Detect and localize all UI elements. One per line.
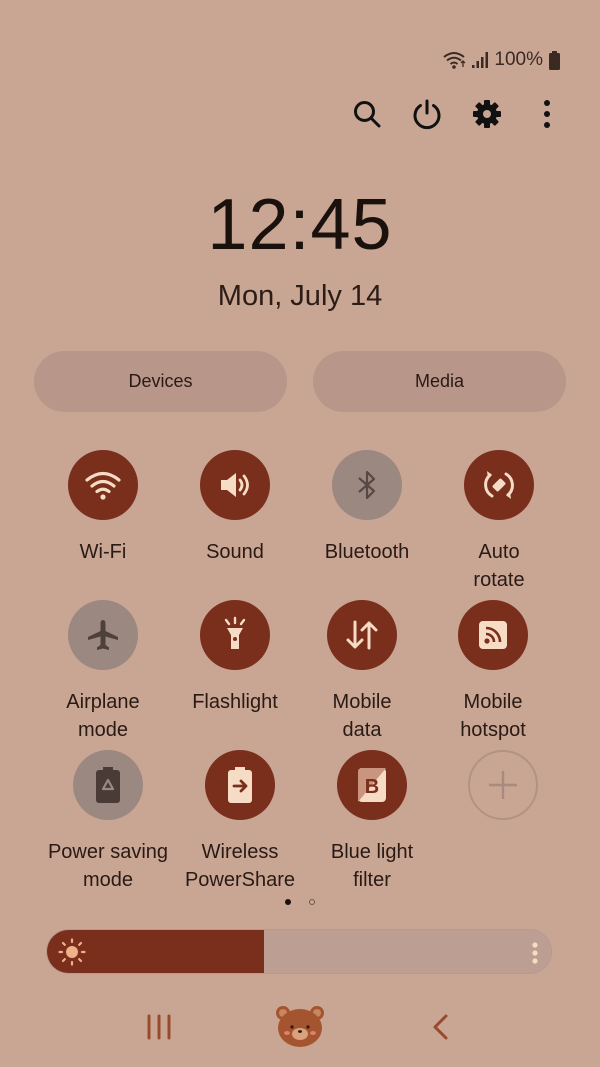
tile-airplane-mode[interactable]: Airplane mode [38,600,168,744]
media-label: Media [414,371,465,391]
tile-wifi-toggle[interactable] [68,450,138,520]
sun-icon [58,938,86,966]
brightness-more-icon[interactable] [531,941,539,965]
wifi-status-icon [442,50,466,70]
status-bar: 100% [442,46,560,74]
gear-icon [473,100,501,128]
battery-percent: 100% [494,49,543,70]
svg-text:B: B [365,776,379,798]
settings-button[interactable] [465,92,509,136]
hotspot-icon [479,621,507,649]
wifi-icon [85,471,121,500]
tile-label: Flashlight [192,691,278,713]
tile-hotspot-toggle[interactable] [458,600,528,670]
page-indicator [0,899,600,905]
powershare-icon [228,767,252,803]
power-icon [413,99,441,130]
search-icon [354,101,381,128]
clock-time[interactable]: 12:45 [0,184,600,266]
add-tile-button[interactable] [468,750,538,820]
tile-bluetooth[interactable]: Bluetooth [302,450,432,566]
more-options-button[interactable] [525,92,569,136]
tile-mobile-data[interactable]: Mobile data [297,600,427,744]
sound-icon [221,473,249,497]
tile-wireless-powershare[interactable]: Wireless PowerShare [175,750,305,894]
blue-light-filter-icon: B [358,768,386,802]
tile-label: Mobile hotspot [460,691,526,741]
tile-label: Mobile data [332,691,392,741]
tile-blue-light-toggle[interactable]: B [337,750,407,820]
signal-icon [472,51,489,69]
tile-sound[interactable]: Sound [170,450,300,566]
back-icon[interactable] [430,1013,450,1041]
tile-auto-rotate[interactable]: Auto rotate [434,450,564,594]
bear-home-icon[interactable] [274,1003,326,1049]
tile-label: Power saving mode [47,841,169,891]
top-actions [345,92,575,136]
tile-label: Wireless PowerShare [184,841,296,891]
tile-power-saving-toggle[interactable] [73,750,143,820]
tile-power-saving[interactable]: Power saving mode [43,750,173,894]
tile-label: Wi-Fi [79,541,127,563]
airplane-icon [88,620,118,650]
clock-date[interactable]: Mon, July 14 [0,280,600,313]
tile-airplane-toggle[interactable] [68,600,138,670]
tile-add[interactable] [438,750,568,820]
auto-rotate-icon [484,471,514,499]
tile-flashlight-toggle[interactable] [200,600,270,670]
power-saving-icon [96,767,120,803]
tile-label: Bluetooth [324,541,410,563]
devices-button[interactable]: Devices [34,351,287,412]
tile-auto-rotate-toggle[interactable] [464,450,534,520]
tile-bluetooth-toggle[interactable] [332,450,402,520]
devices-label: Devices [128,371,193,391]
brightness-slider[interactable] [46,929,552,974]
tile-label: Sound [206,541,264,563]
search-button[interactable] [345,92,389,136]
tile-flashlight[interactable]: Flashlight [170,600,300,716]
bluetooth-icon [358,470,376,500]
tile-label: Blue light filter [330,841,414,891]
page-dot[interactable] [309,899,315,905]
tile-wifi[interactable]: Wi-Fi [38,450,168,566]
more-vertical-icon [544,100,550,128]
tile-label: Airplane mode [66,691,140,741]
tile-blue-light-filter[interactable]: B Blue light filter [307,750,437,894]
page-dot-active[interactable] [285,899,291,905]
add-icon [489,771,517,799]
flashlight-icon [224,616,246,649]
battery-icon [549,50,560,70]
media-button[interactable]: Media [313,351,566,412]
navigation-bar [0,1000,600,1055]
tile-sound-toggle[interactable] [200,450,270,520]
tile-mobile-data-toggle[interactable] [327,600,397,670]
tile-mobile-hotspot[interactable]: Mobile hotspot [428,600,558,744]
tile-powershare-toggle[interactable] [205,750,275,820]
tile-label: Auto rotate [473,541,525,591]
power-button[interactable] [405,92,449,136]
mobile-data-icon [346,620,378,650]
recents-icon[interactable] [145,1014,173,1040]
